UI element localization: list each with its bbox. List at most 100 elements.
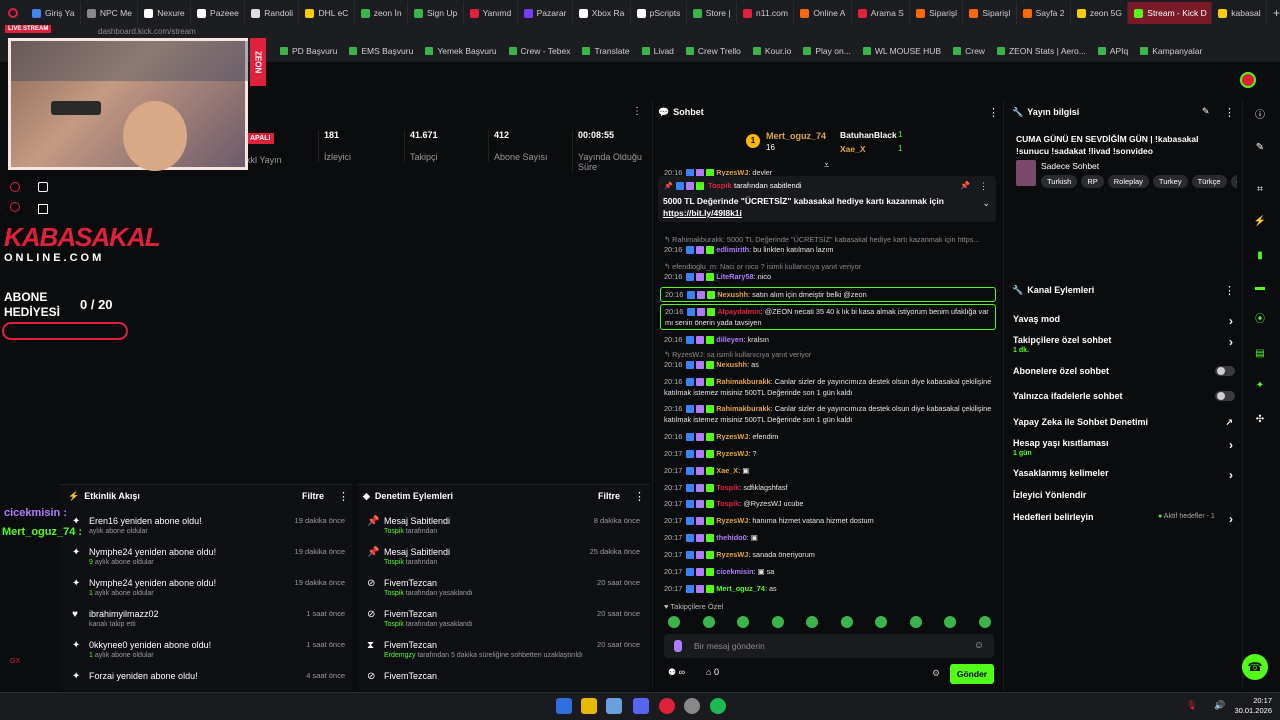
info-icon[interactable]: ⓘ (1252, 108, 1268, 124)
emote-icon[interactable] (840, 616, 853, 628)
channel-action[interactable]: Takipçilere özel sohbet 1 dk. › (1013, 335, 1235, 354)
channel-actions-more-icon[interactable]: ⋮ (1224, 284, 1235, 297)
points-display[interactable]: ⚉ ∞ (668, 667, 685, 678)
chat-message[interactable]: 20:16 Nexushh: as (664, 359, 994, 370)
stream-tag[interactable]: RP (1081, 175, 1104, 188)
chevron-right-icon[interactable]: › (1229, 438, 1233, 452)
bookmark-item[interactable]: Kour.io (752, 46, 791, 56)
app-icon[interactable] (606, 698, 622, 714)
support-icon[interactable]: ☎ (1242, 654, 1268, 680)
feed-item[interactable]: ✦ Eren16 yeniden abone oldu! aylık abone … (72, 516, 345, 546)
feed-item[interactable]: 📌 Mesaj Sabitlendi Tospik tarafından 25 dak… (367, 547, 640, 577)
browser-tab[interactable]: Pazeee (191, 2, 246, 24)
browser-tab[interactable]: Giriş Ya (26, 2, 81, 24)
chat-message[interactable]: 20:17 cicekmisin: ▣ sa (664, 566, 994, 577)
browser-tab[interactable]: Store | (687, 2, 738, 24)
spotify-icon[interactable] (710, 698, 726, 714)
stream-tag[interactable]: Türkçe (1191, 175, 1227, 188)
bookmark-item[interactable]: Play on... (803, 46, 851, 56)
chat-message[interactable]: 20:16 Nexushh: satın alım için dmeiştir b… (660, 287, 996, 302)
browser-tab[interactable]: Sayfa 2 (1017, 2, 1071, 24)
gifter-3-name[interactable]: Xae_X (840, 144, 866, 154)
stream-tag[interactable]: Roleplay (1107, 175, 1149, 188)
bookmark-item[interactable]: APIq (1097, 46, 1128, 56)
chat-message[interactable]: 20:16 Alpaydalmin: @ZEON necati 35 40 k l… (660, 304, 996, 330)
top-gifter-name[interactable]: Mert_oguz_74 (766, 131, 826, 141)
clock-icon[interactable] (10, 202, 20, 212)
chat-username[interactable]: RyzesWJ (716, 432, 748, 441)
pinned-by-user[interactable]: Tospik (708, 181, 732, 190)
moderation-filter[interactable]: Filtre (598, 484, 620, 508)
activity-filter[interactable]: Filtre (302, 484, 324, 508)
channel-action[interactable]: Yalnızca ifadelerle sohbet (1013, 391, 1235, 401)
chat-message[interactable]: 20:17 RyzesWJ: sanada öneriyorum (664, 549, 994, 560)
chat-username[interactable]: edlimirith (716, 245, 749, 254)
feed-item[interactable]: ✦ Nymphe24 yeniden abone oldu! 1 aylık abo… (72, 578, 345, 608)
discord-icon[interactable] (633, 698, 649, 714)
bookmark-item[interactable]: Crew Trello (685, 46, 741, 56)
stream-tag[interactable]: Turkish (1041, 175, 1078, 188)
bookmark-item[interactable]: Yemek Başvuru (425, 46, 497, 56)
browser-tab[interactable]: zeon İn (355, 2, 408, 24)
bolt-icon[interactable]: ⚡ (1252, 214, 1268, 230)
chat-message[interactable]: 20:16 Rahimakburakk: Canlar sizler de yay… (664, 376, 994, 398)
emote-icon[interactable] (702, 616, 715, 628)
more-icon[interactable]: ⋮ (632, 106, 642, 117)
channel-action[interactable]: İzleyici Yönlendir (1013, 490, 1235, 500)
record-icon[interactable] (10, 182, 20, 192)
browser-tab[interactable]: Sign Up (408, 2, 464, 24)
tool-icon[interactable]: ✦ (1252, 378, 1268, 394)
stream-tag[interactable]: Turkey (1152, 175, 1188, 188)
download-icon[interactable] (38, 182, 48, 192)
emoji-icon[interactable]: ☺ (974, 640, 984, 651)
chevron-right-icon[interactable]: › (1229, 314, 1233, 328)
feed-item[interactable]: ⧗ FivemTezcan Erdemgzy tarafından 5 dakika… (367, 640, 640, 670)
gx-icon[interactable]: GX (10, 658, 20, 665)
toggle-switch[interactable] (1215, 391, 1235, 401)
feed-item[interactable]: ♥ ibrahimyilmazz02 kanalı takip etti 1 saa… (72, 609, 345, 639)
chat-message[interactable]: 20:17 Mert_oguz_74: as (664, 583, 994, 594)
chat-message[interactable]: 20:16 edlimirith: bu linkten katılman laz… (664, 244, 994, 255)
pencil-icon[interactable]: ✎ (1252, 140, 1268, 156)
chat-message[interactable]: 20:16 RyzesWJ: efendim (664, 431, 994, 442)
browser-tab[interactable]: Arama S (852, 2, 911, 24)
bookmark-item[interactable]: WL MOUSE HUB (862, 46, 941, 56)
kick-avatar[interactable] (1240, 72, 1256, 88)
feed-item[interactable]: ⊘ FivemTezcan Tospik tarafından yasaklandı… (367, 609, 640, 639)
browser-tab[interactable]: NPC Me (81, 2, 139, 24)
chat-message[interactable]: 20:17 thehido0: ▣ (664, 532, 994, 543)
moderation-more-icon[interactable]: ⋮ (634, 490, 645, 503)
browser-tab[interactable]: Randoli (245, 2, 300, 24)
chat-username[interactable]: Alpaydalmin (717, 307, 760, 316)
chevron-right-icon[interactable]: › (1229, 468, 1233, 482)
chat-username[interactable]: Rahimakburakk (716, 377, 770, 386)
plugin-icon[interactable]: ✣ (1252, 412, 1268, 428)
opera-icon[interactable] (659, 698, 675, 714)
pinned-message[interactable]: 📌 Tospik tarafından sabitlendi 5000 TL D… (658, 176, 996, 222)
emote-icon[interactable] (875, 616, 887, 628)
pinned-link[interactable]: https://bit.ly/49I8k1i (663, 208, 742, 218)
feed-item[interactable]: ⊘ FivemTezcan Tospik tarafından yasaklandı… (367, 578, 640, 608)
emote-icon[interactable] (771, 616, 784, 628)
emote-icon[interactable] (978, 616, 991, 628)
steam-icon[interactable] (684, 698, 700, 714)
stream-info-more-icon[interactable]: ⋮ (1224, 106, 1235, 119)
chat-more-icon[interactable]: ⋮ (988, 106, 999, 119)
focus-icon[interactable] (38, 204, 48, 214)
chat-message[interactable]: 20:16 Rahimakburakk: Canlar sizler de yay… (664, 403, 994, 425)
bookmark-item[interactable]: EMS Başvuru (349, 46, 413, 56)
edit-icon[interactable]: ✎ (1202, 106, 1210, 117)
emote-icon[interactable] (944, 616, 956, 628)
browser-tab[interactable]: kabasal (1212, 2, 1267, 24)
feed-item[interactable]: ✦ 0kkynee0 yeniden abone oldu! 1 aylık abo… (72, 640, 345, 670)
chevron-right-icon[interactable]: › (1229, 335, 1233, 349)
windows-start-icon[interactable] (556, 698, 572, 714)
channel-action[interactable]: Yapay Zeka ile Sohbet Denetimi ↗ (1013, 417, 1235, 427)
browser-tab[interactable]: zeon 5G (1071, 2, 1129, 24)
archive-icon[interactable]: ▤ (1252, 346, 1268, 362)
chat-username[interactable]: dilleyen (716, 335, 743, 344)
chat-message[interactable]: 20:16 dilleyen: kralsın (664, 334, 994, 345)
chat-username[interactable]: Tospik (716, 499, 739, 508)
bookmark-item[interactable]: Crew - Tebex (508, 46, 570, 56)
chat-username[interactable]: Mert_oguz_74 (716, 584, 765, 593)
